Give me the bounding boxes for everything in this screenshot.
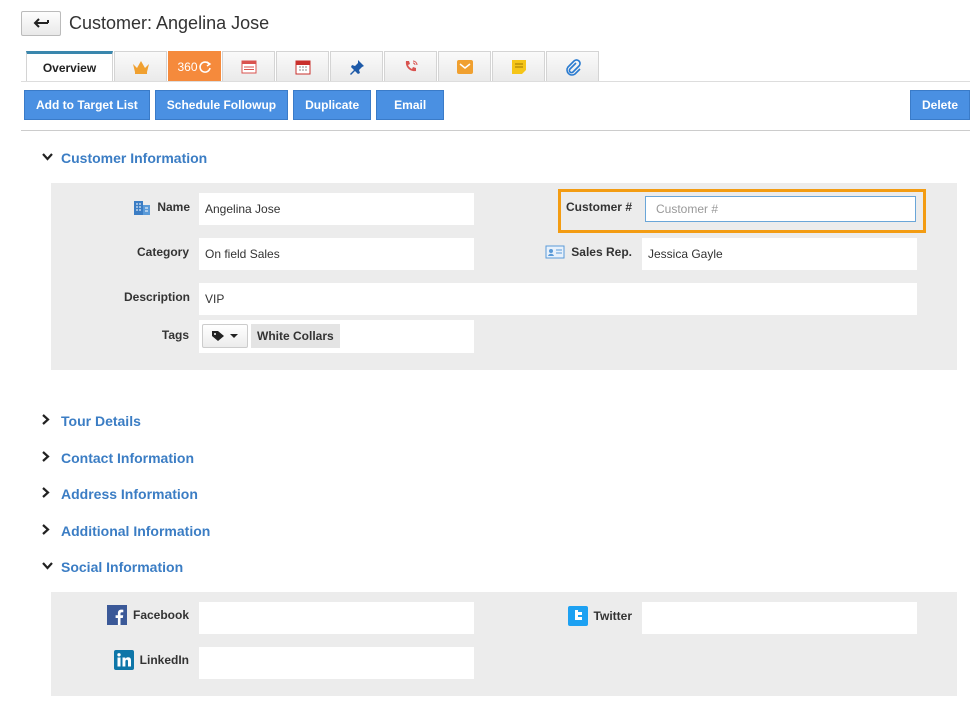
twitter-field[interactable] [642, 602, 917, 634]
name-field[interactable]: Angelina Jose [199, 193, 474, 225]
add-to-target-list-button[interactable]: Add to Target List [24, 90, 150, 120]
tag-dropdown-button[interactable] [202, 324, 248, 348]
section-address-information[interactable]: Address Information [42, 486, 198, 502]
customer-number-input[interactable] [645, 196, 916, 222]
facebook-label: Facebook [100, 603, 189, 627]
facebook-field[interactable] [199, 602, 474, 634]
tab-calendar[interactable] [276, 51, 329, 81]
facebook-icon [106, 605, 127, 625]
tab-attachments[interactable] [546, 51, 599, 81]
tag-chip: White Collars [251, 324, 340, 348]
section-title: Tour Details [61, 413, 141, 429]
section-customer-information[interactable]: Customer Information [42, 150, 207, 166]
name-label: Name [100, 195, 190, 219]
section-tour-details[interactable]: Tour Details [42, 413, 141, 429]
description-field[interactable]: VIP [199, 283, 917, 315]
paperclip-icon [565, 58, 581, 76]
description-label: Description [123, 290, 190, 304]
caret-down-icon [230, 334, 238, 338]
tag-icon [212, 331, 224, 341]
tab-notes-list[interactable] [222, 51, 275, 81]
tab-360-label: 360 [177, 59, 198, 74]
refresh-icon [198, 60, 211, 73]
chevron-down-icon [42, 152, 54, 164]
chevron-down-icon [42, 561, 54, 573]
category-label: Category [136, 245, 189, 259]
chevron-right-icon [42, 524, 54, 538]
twitter-label: Twitter [540, 604, 632, 628]
section-title: Additional Information [61, 523, 211, 539]
list-icon [241, 60, 256, 73]
schedule-followup-button[interactable]: Schedule Followup [154, 90, 289, 120]
chevron-right-icon [42, 451, 54, 465]
linkedin-label: LinkedIn [100, 648, 189, 672]
action-toolbar: Add to Target List Schedule Followup Dup… [24, 90, 449, 120]
tab-sticky-notes[interactable] [492, 51, 545, 81]
pin-icon [349, 59, 364, 75]
chevron-right-icon [42, 414, 54, 428]
category-field[interactable]: On field Sales [199, 238, 474, 270]
tags-label: Tags [161, 328, 189, 342]
id-card-icon [545, 245, 565, 259]
sales-rep-field[interactable]: Jessica Gayle [642, 238, 917, 270]
delete-button[interactable]: Delete [910, 90, 970, 120]
crown-icon [132, 60, 149, 74]
section-title: Address Information [61, 486, 198, 502]
linkedin-icon [113, 650, 134, 670]
tab-bar: Overview 360 [26, 51, 600, 81]
building-icon [133, 199, 151, 215]
tab-crown[interactable] [114, 51, 167, 81]
sales-rep-label: Sales Rep. [540, 241, 632, 263]
page-title: Customer: Angelina Jose [69, 12, 270, 33]
twitter-icon [567, 606, 588, 626]
chevron-right-icon [42, 487, 54, 501]
section-additional-information[interactable]: Additional Information [42, 523, 210, 539]
tab-360[interactable]: 360 [168, 51, 221, 81]
tab-pin[interactable] [330, 51, 383, 81]
phone-icon [405, 60, 417, 71]
email-icon [456, 59, 473, 74]
actions-divider [21, 130, 970, 131]
customer-number-label: Customer # [565, 200, 632, 214]
sticky-note-icon [511, 59, 526, 74]
section-title: Customer Information [61, 150, 208, 166]
tab-calls[interactable] [384, 51, 437, 81]
email-button[interactable]: Email [376, 90, 445, 120]
section-title: Contact Information [61, 450, 194, 466]
tab-overview[interactable]: Overview [26, 51, 113, 81]
calendar-icon [295, 60, 310, 74]
linkedin-field[interactable] [199, 647, 474, 679]
back-arrow-icon [33, 18, 49, 28]
duplicate-button[interactable]: Duplicate [293, 90, 372, 120]
section-social-information[interactable]: Social Information [42, 559, 183, 575]
tab-email[interactable] [438, 51, 491, 81]
page-header: Customer: Angelina Jose [21, 10, 269, 36]
tabs-divider [21, 81, 970, 82]
section-title: Social Information [61, 559, 184, 575]
section-contact-information[interactable]: Contact Information [42, 450, 194, 466]
back-button[interactable] [21, 10, 61, 36]
